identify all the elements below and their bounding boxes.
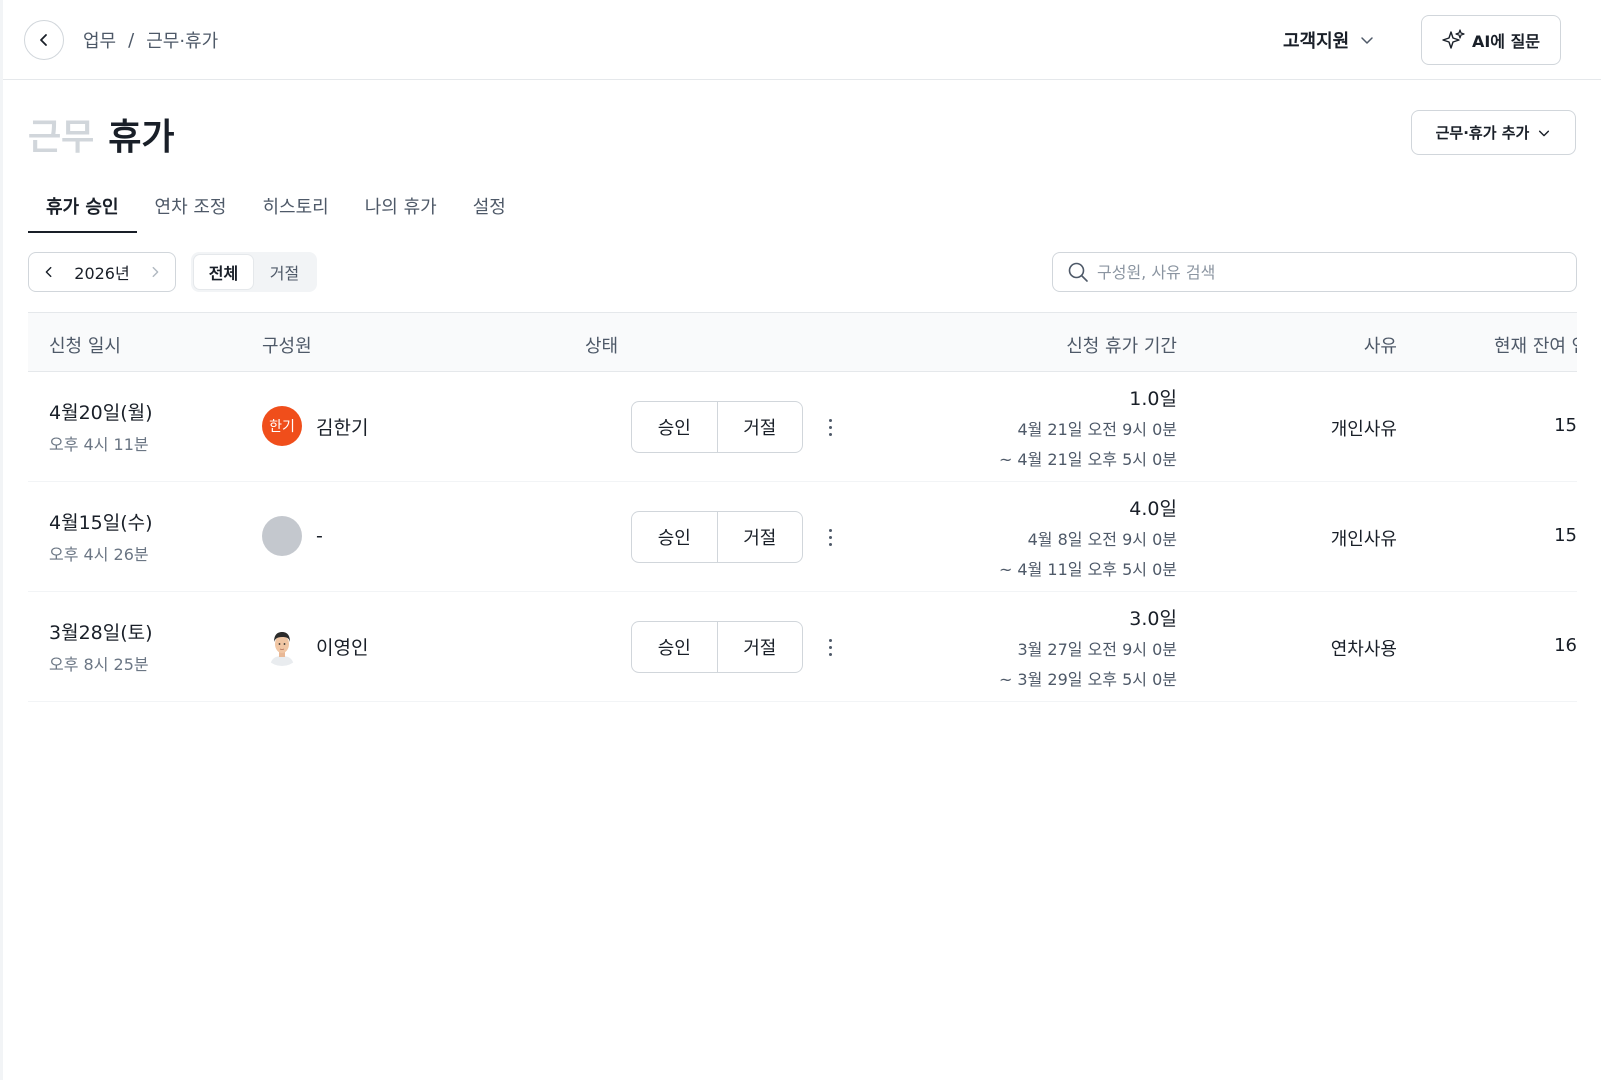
tab-settings[interactable]: 설정: [455, 185, 524, 233]
tab-history[interactable]: 히스토리: [244, 185, 346, 233]
leave-period: 1.0일 4월 21일 오전 9시 0분 ~ 4월 21일 오후 5시 0분: [999, 384, 1177, 471]
left-border: [0, 0, 3, 1080]
approve-button[interactable]: 승인: [632, 402, 717, 452]
filter-rejected[interactable]: 거절: [255, 255, 314, 289]
request-time-cell: 4월15일(수) 오후 4시 26분: [49, 508, 153, 565]
org-name: 고객지원: [1283, 31, 1350, 52]
ai-ask-button[interactable]: AI에 질문: [1421, 15, 1561, 65]
next-year-button[interactable]: [145, 262, 165, 282]
member-cell: 한기 김한기: [262, 406, 368, 446]
breadcrumb-root[interactable]: 업무: [83, 27, 116, 53]
more-icon[interactable]: [820, 409, 840, 445]
chevron-down-icon: [1361, 37, 1373, 44]
avatar: [262, 516, 302, 556]
more-icon[interactable]: [820, 519, 840, 555]
request-time: 오후 4시 11분: [49, 435, 149, 454]
breadcrumb: 업무 / 근무·휴가: [83, 27, 218, 53]
col-member: 구성원: [262, 336, 312, 357]
table-row: 4월20일(월) 오후 4시 11분 한기 김한기 승인 거절 1.0일 4월 …: [28, 372, 1577, 482]
request-time-cell: 4월20일(월) 오후 4시 11분: [49, 398, 153, 455]
tab-bar: 휴가 승인 연차 조정 히스토리 나의 휴가 설정: [28, 185, 524, 233]
more-icon[interactable]: [820, 629, 840, 665]
year-picker: 2026년: [28, 252, 176, 292]
page-title: 근무 휴가: [28, 108, 175, 160]
member-cell: 이영인: [262, 626, 368, 666]
request-date: 4월20일(월): [49, 402, 153, 424]
tab-annual-adjust[interactable]: 연차 조정: [137, 185, 245, 233]
breadcrumb-current: 근무·휴가: [146, 31, 219, 52]
back-button[interactable]: [24, 20, 64, 60]
approval-actions: 승인 거절: [631, 401, 803, 453]
table-row: 3월28일(토) 오후 8시 25분 이영인 승인 거절 3.0일 3월 27일…: [28, 592, 1577, 702]
leave-range-end: ~ 4월 11일 오후 5시 0분: [998, 560, 1177, 579]
col-period: 신청 휴가 기간: [1066, 336, 1177, 357]
chevron-down-icon: [1539, 130, 1550, 136]
request-time-cell: 3월28일(토) 오후 8시 25분: [49, 618, 153, 675]
reject-button[interactable]: 거절: [716, 512, 803, 562]
leave-days: 3.0일: [1129, 608, 1177, 630]
sparkle-icon: [1442, 29, 1465, 49]
status-filter: 전체 거절: [191, 252, 317, 292]
ai-ask-label: AI에 질문: [1471, 32, 1541, 51]
prev-year-button[interactable]: [39, 262, 59, 282]
leave-period: 4.0일 4월 8일 오전 9시 0분 ~ 4월 11일 오후 5시 0분: [999, 494, 1177, 581]
leave-days: 1.0일: [1129, 388, 1177, 410]
reject-button[interactable]: 거절: [716, 402, 803, 452]
leave-range-start: 4월 21일 오전 9시 0분: [1017, 420, 1177, 439]
search-icon: [1068, 262, 1088, 282]
remaining-leave: 15: [1554, 525, 1577, 546]
year-label: 2026년: [74, 264, 130, 283]
remaining-leave: 16: [1554, 635, 1577, 656]
tab-my-leave[interactable]: 나의 휴가: [347, 185, 455, 233]
approve-button[interactable]: 승인: [632, 622, 717, 672]
table-row: 4월15일(수) 오후 4시 26분 - 승인 거절 4.0일 4월 8일 오전…: [28, 482, 1577, 592]
avatar: 한기: [262, 406, 302, 446]
col-reason: 사유: [1363, 336, 1397, 357]
breadcrumb-separator: /: [128, 29, 135, 51]
request-date: 3월28일(토): [49, 622, 153, 644]
leave-period: 3.0일 3월 27일 오전 9시 0분 ~ 3월 29일 오후 5시 0분: [999, 604, 1177, 691]
add-work-leave-button[interactable]: 근무·휴가 추가: [1411, 110, 1576, 155]
col-request-time: 신청 일시: [49, 336, 121, 357]
leave-reason: 개인사유: [1330, 419, 1397, 440]
request-date: 4월15일(수): [49, 512, 153, 534]
person-photo-icon: [262, 626, 302, 666]
leave-range-end: ~ 3월 29일 오후 5시 0분: [998, 670, 1177, 689]
page-title-leave: 휴가: [108, 117, 175, 158]
approve-button[interactable]: 승인: [632, 512, 717, 562]
org-selector[interactable]: 고객지원: [1283, 27, 1375, 53]
search-box: [1052, 252, 1577, 292]
reject-button[interactable]: 거절: [716, 622, 803, 672]
leave-range-start: 4월 8일 오전 9시 0분: [1027, 530, 1177, 549]
member-name[interactable]: 김한기: [316, 413, 368, 440]
approval-actions: 승인 거절: [631, 511, 803, 563]
member-name[interactable]: -: [316, 525, 323, 547]
leave-days: 4.0일: [1129, 498, 1177, 520]
add-work-leave-label: 근무·휴가 추가: [1435, 124, 1530, 142]
col-status: 상태: [585, 336, 619, 357]
approval-actions: 승인 거절: [631, 621, 803, 673]
col-remaining: 현재 잔여 연차: [1494, 336, 1577, 357]
filter-all[interactable]: 전체: [194, 255, 253, 289]
page-title-work[interactable]: 근무: [28, 108, 94, 160]
leave-range-end: ~ 4월 21일 오후 5시 0분: [998, 450, 1177, 469]
member-name[interactable]: 이영인: [316, 633, 368, 660]
leave-reason: 연차사용: [1330, 639, 1397, 660]
chevron-right-icon: [152, 266, 159, 278]
remaining-leave: 15: [1554, 415, 1577, 436]
request-time: 오후 4시 26분: [49, 545, 149, 564]
search-input[interactable]: [1097, 262, 1557, 282]
tab-leave-approval[interactable]: 휴가 승인: [28, 185, 137, 233]
table-header: 신청 일시 구성원 상태 신청 휴가 기간 사유 현재 잔여 연차: [28, 312, 1577, 372]
request-time: 오후 8시 25분: [49, 655, 149, 674]
chevron-left-icon: [45, 266, 52, 278]
leave-reason: 개인사유: [1330, 529, 1397, 550]
chevron-left-icon: [40, 34, 47, 46]
avatar: [262, 626, 302, 666]
member-cell: -: [262, 516, 323, 556]
top-bar: 업무 / 근무·휴가 고객지원 AI에 질문: [3, 0, 1601, 80]
leave-range-start: 3월 27일 오전 9시 0분: [1017, 640, 1177, 659]
